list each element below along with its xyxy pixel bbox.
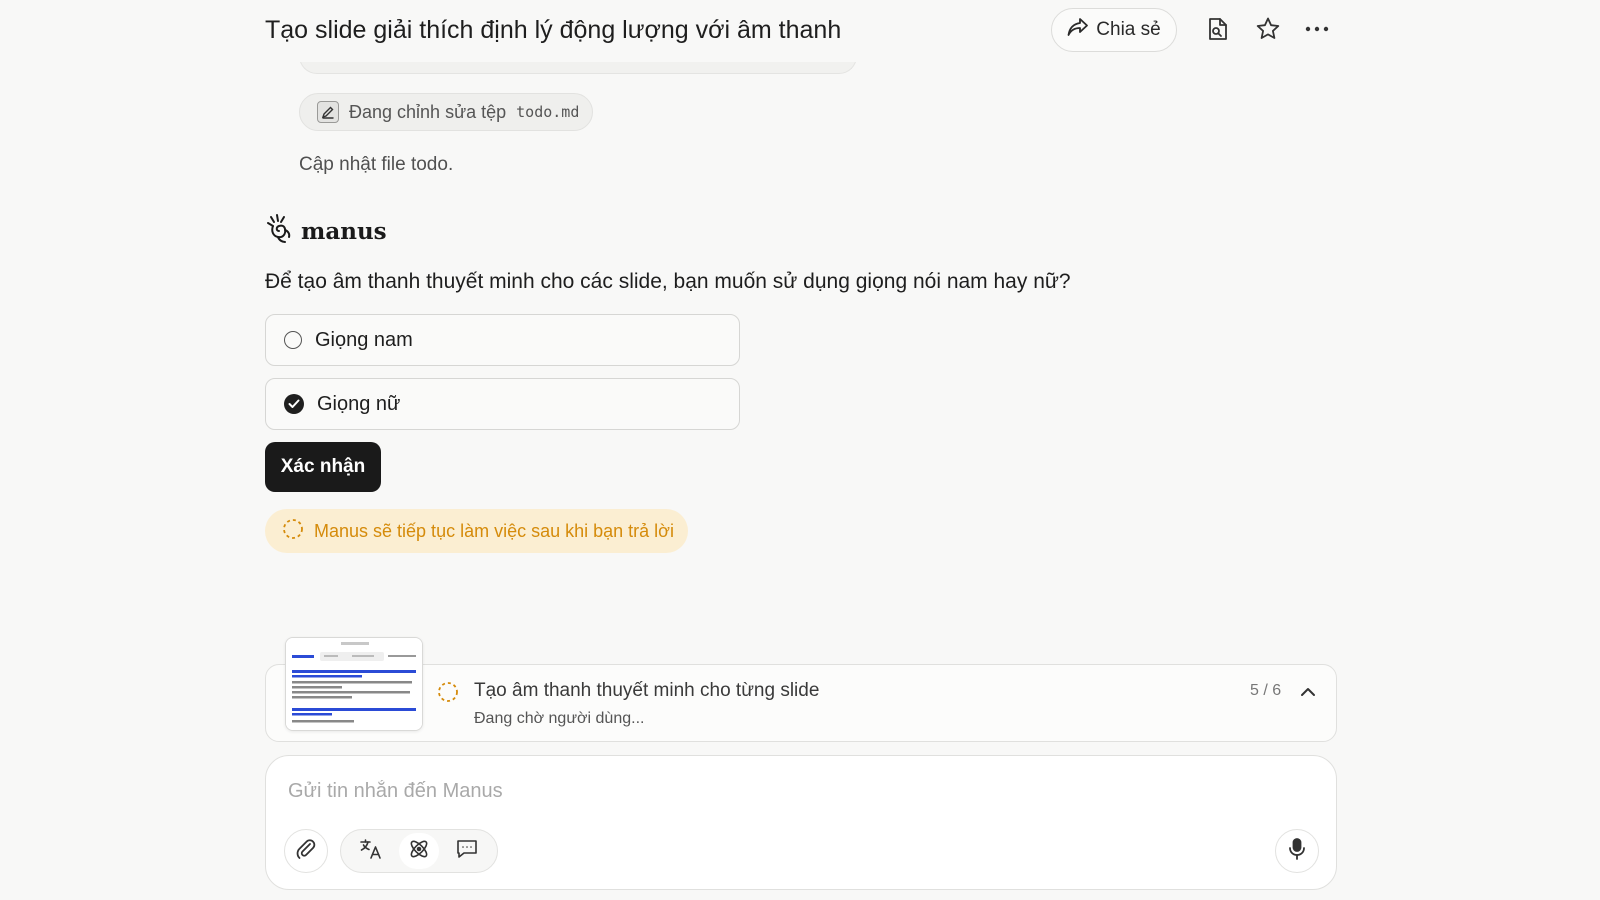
option-label: Giọng nam	[315, 328, 413, 351]
file-chip-filename: todo.md	[516, 103, 580, 121]
task-progress-panel[interactable]	[265, 664, 1337, 742]
file-edit-chip[interactable]: Đang chỉnh sửa tệp todo.md	[299, 93, 593, 131]
task-title: Tạo âm thanh thuyết minh cho từng slide	[474, 680, 820, 701]
todo-preview-thumbnail[interactable]	[285, 637, 423, 731]
more-icon[interactable]	[1302, 14, 1332, 44]
edit-icon	[317, 101, 339, 123]
share-icon	[1067, 17, 1089, 43]
atom-button[interactable]	[399, 833, 439, 869]
manus-logo-icon	[265, 213, 293, 250]
confirm-button[interactable]: Xác nhận	[265, 442, 381, 492]
chat-button[interactable]	[447, 833, 487, 869]
message-input[interactable]	[288, 776, 1188, 806]
header: Tạo slide giải thích định lý động lượng …	[0, 0, 1600, 62]
paperclip-icon	[295, 838, 317, 865]
translate-button[interactable]	[351, 833, 391, 869]
task-loading-icon	[437, 681, 459, 708]
chevron-up-icon[interactable]	[1297, 681, 1319, 703]
chat-page: Tạo slide giải thích định lý động lượng …	[0, 0, 1600, 900]
voice-input-button[interactable]	[1275, 829, 1319, 873]
atom-icon	[407, 837, 431, 866]
task-status: Đang chờ người dùng...	[474, 710, 645, 727]
radio-unchecked-icon[interactable]	[284, 331, 302, 349]
page-title: Tạo slide giải thích định lý động lượng …	[265, 16, 842, 44]
radio-checked-icon[interactable]	[284, 394, 304, 414]
waiting-notice-text: Manus sẽ tiếp tục làm việc sau khi bạn t…	[314, 520, 674, 541]
assistant-question: Để tạo âm thanh thuyết minh cho các slid…	[265, 270, 1071, 293]
attach-button[interactable]	[284, 829, 328, 873]
star-icon[interactable]	[1253, 14, 1283, 44]
waiting-notice: Manus sẽ tiếp tục làm việc sau khi bạn t…	[265, 509, 688, 553]
task-step-counter: 5 / 6	[1250, 682, 1282, 699]
share-button[interactable]: Chia sẻ	[1051, 8, 1177, 52]
option-male-voice[interactable]: Giọng nam	[265, 314, 740, 366]
option-label: Giọng nữ	[317, 392, 401, 415]
document-search-icon[interactable]	[1203, 14, 1233, 44]
option-female-voice[interactable]: Giọng nữ	[265, 378, 740, 430]
microphone-icon	[1287, 837, 1307, 866]
update-status-text: Cập nhật file todo.	[299, 154, 454, 175]
chat-bubble-icon	[455, 838, 479, 865]
assistant-header: manus	[265, 213, 387, 250]
file-chip-label: Đang chỉnh sửa tệp	[349, 101, 507, 122]
share-label: Chia sẻ	[1096, 19, 1161, 40]
translate-icon	[359, 838, 383, 865]
loading-spinner-icon	[282, 518, 304, 545]
assistant-name: manus	[301, 218, 387, 245]
composer-tools	[340, 829, 498, 873]
